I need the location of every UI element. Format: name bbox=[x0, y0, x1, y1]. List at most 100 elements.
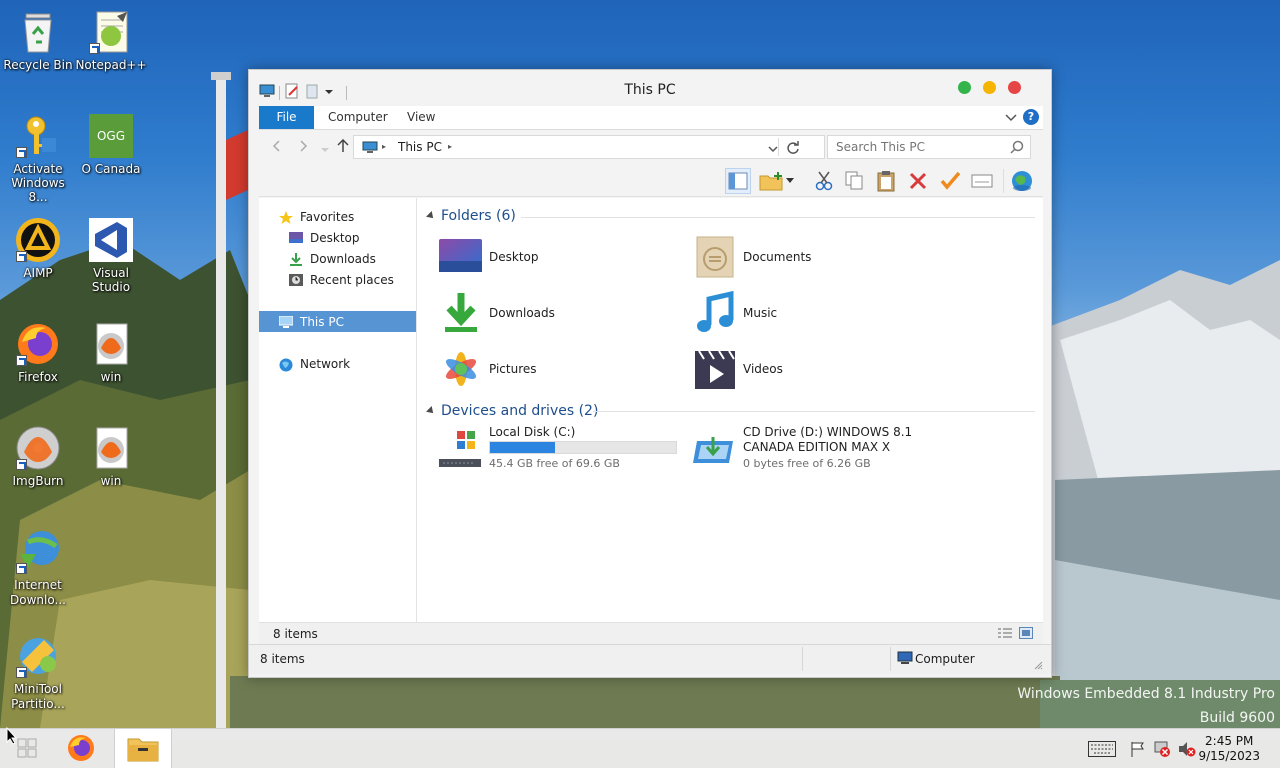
delete-button[interactable] bbox=[905, 168, 931, 194]
group-header-folders[interactable]: Folders (6) bbox=[426, 208, 516, 224]
close-button[interactable] bbox=[1008, 81, 1021, 94]
search-input[interactable] bbox=[836, 139, 1006, 155]
download-arrow-icon bbox=[289, 252, 303, 266]
maximize-button[interactable] bbox=[958, 81, 971, 94]
desktop-icon-firefox[interactable]: Firefox bbox=[0, 320, 76, 384]
back-arrow-icon[interactable] bbox=[271, 140, 283, 155]
nav-favorites-downloads[interactable]: Downloads bbox=[259, 248, 416, 269]
up-arrow-icon[interactable] bbox=[337, 138, 349, 156]
details-view-icon[interactable] bbox=[997, 627, 1013, 642]
desktop-icon-imgburn[interactable]: ImgBurn bbox=[0, 424, 76, 488]
desktop-icon-visual-studio[interactable]: Visual Studio bbox=[73, 216, 149, 294]
breadcrumb-this-pc[interactable]: This PC bbox=[398, 140, 442, 154]
nav-favorites-desktop[interactable]: Desktop bbox=[259, 227, 416, 248]
copy-button[interactable] bbox=[841, 168, 867, 194]
tab-view[interactable]: View bbox=[395, 106, 447, 129]
large-icons-view-icon[interactable] bbox=[1019, 627, 1033, 642]
drive-c-usage-bar bbox=[489, 441, 677, 454]
collapse-triangle-icon[interactable] bbox=[426, 211, 436, 221]
desktop-icon-aimp[interactable]: AIMP bbox=[0, 216, 76, 280]
new-folder-button[interactable] bbox=[759, 168, 785, 194]
search-box[interactable] bbox=[827, 135, 1031, 159]
firefox-taskbar-button[interactable] bbox=[54, 729, 108, 768]
internet-download-manager-icon bbox=[14, 528, 62, 576]
status-item-count: 8 items bbox=[260, 652, 305, 666]
taskbar: 2:45 PM 9/15/2023 bbox=[0, 726, 1280, 768]
title-bar[interactable]: This PC bbox=[249, 70, 1051, 106]
properties-button[interactable] bbox=[969, 168, 995, 194]
folder-desktop[interactable]: Desktop bbox=[439, 233, 689, 281]
cd-drive-icon bbox=[693, 429, 737, 469]
folder-documents[interactable]: Documents bbox=[693, 233, 943, 281]
notepad-plus-plus-icon bbox=[87, 8, 135, 56]
os-watermark-build: Build 9600 bbox=[1199, 710, 1275, 726]
downloads-folder-icon bbox=[439, 291, 483, 335]
rename-checkmark-button[interactable] bbox=[937, 168, 963, 194]
navigation-pane-toggle-button[interactable] bbox=[725, 168, 751, 194]
mouse-cursor-icon bbox=[6, 726, 18, 748]
expand-ribbon-chevron-icon[interactable] bbox=[1005, 112, 1017, 126]
computer-icon bbox=[897, 651, 913, 668]
desktop-icon-activate-windows[interactable]: Activate Windows 8... bbox=[0, 112, 76, 204]
tab-computer[interactable]: Computer bbox=[316, 106, 400, 129]
local-disk-icon bbox=[439, 429, 483, 469]
file-explorer-taskbar-button[interactable] bbox=[114, 729, 172, 768]
window-title: This PC bbox=[624, 82, 676, 98]
forward-arrow-icon[interactable] bbox=[297, 140, 309, 155]
group-title-devices: Devices and drives (2) bbox=[441, 403, 599, 419]
aimp-icon bbox=[14, 216, 62, 264]
minimize-button[interactable] bbox=[983, 81, 996, 94]
drive-d-label-line2: CANADA EDITION MAX X bbox=[743, 440, 891, 454]
keyboard-icon[interactable] bbox=[1088, 741, 1116, 757]
desktop-icon-internet-download-manager[interactable]: Internet Downlo... bbox=[0, 528, 76, 608]
desktop-icon-notepad-plus-plus[interactable]: Notepad++ bbox=[73, 8, 149, 72]
breadcrumb-chevron-icon[interactable]: ▸ bbox=[448, 142, 452, 151]
refresh-icon[interactable] bbox=[786, 140, 800, 157]
breadcrumb-separator-icon: ▸ bbox=[382, 142, 387, 151]
help-icon[interactable]: ? bbox=[1023, 109, 1039, 125]
collapse-triangle-icon[interactable] bbox=[426, 406, 436, 416]
folder-music[interactable]: Music bbox=[693, 289, 943, 337]
key-icon bbox=[14, 112, 62, 160]
folder-pictures[interactable]: Pictures bbox=[439, 345, 689, 393]
group-title-folders: Folders (6) bbox=[441, 208, 516, 224]
flag-icon[interactable] bbox=[1130, 741, 1146, 757]
cut-button[interactable] bbox=[811, 168, 837, 194]
nav-network[interactable]: Network bbox=[259, 353, 416, 374]
nav-favorites-recent-places[interactable]: Recent places bbox=[259, 269, 416, 290]
tab-file[interactable]: File bbox=[259, 106, 314, 129]
content-pane: Folders (6) Desktop Documents Downloads … bbox=[417, 198, 1043, 622]
desktop-icon-win-2[interactable]: win bbox=[73, 424, 149, 488]
drive-local-disk-c[interactable]: Local Disk (C:) 45.4 GB free of 69.6 GB bbox=[439, 425, 689, 475]
recent-locations-chevron-icon[interactable] bbox=[321, 142, 329, 156]
file-explorer-window: This PC File Computer View ? ▸ This PC ▸ bbox=[248, 69, 1052, 678]
group-header-devices[interactable]: Devices and drives (2) bbox=[426, 403, 599, 419]
globe-button[interactable] bbox=[1009, 168, 1035, 194]
search-icon[interactable] bbox=[1010, 140, 1024, 157]
speaker-muted-icon[interactable] bbox=[1178, 741, 1196, 757]
ribbon-tabs: File Computer View ? bbox=[259, 106, 1043, 130]
address-bar[interactable]: ▸ This PC ▸ bbox=[353, 135, 825, 159]
desktop-icon-o-canada[interactable]: OGG O Canada bbox=[73, 112, 149, 176]
drive-c-usage-fill bbox=[490, 442, 556, 453]
nav-this-pc[interactable]: This PC bbox=[259, 311, 416, 332]
item-count: 8 items bbox=[273, 627, 318, 641]
network-error-icon[interactable] bbox=[1154, 741, 1170, 757]
desktop-icon-win-1[interactable]: win bbox=[73, 320, 149, 384]
folder-downloads-label: Downloads bbox=[489, 306, 555, 320]
imgburn-file-icon bbox=[87, 424, 135, 472]
paste-button[interactable] bbox=[873, 168, 899, 194]
folder-videos[interactable]: Videos bbox=[693, 345, 943, 393]
new-folder-dropdown-chevron-icon[interactable] bbox=[783, 168, 797, 194]
desktop-icon-minitool-partition[interactable]: MiniTool Partitio... bbox=[0, 632, 76, 712]
desktop-icon-recycle-bin[interactable]: Recycle Bin bbox=[0, 8, 76, 72]
folder-downloads[interactable]: Downloads bbox=[439, 289, 689, 337]
drive-cd-d[interactable]: CD Drive (D:) WINDOWS 8.1 CANADA EDITION… bbox=[693, 425, 943, 475]
address-history-chevron-icon[interactable] bbox=[768, 143, 778, 157]
taskbar-clock[interactable]: 2:45 PM 9/15/2023 bbox=[1198, 734, 1260, 764]
resize-grip-icon[interactable] bbox=[1033, 659, 1043, 673]
nav-favorites-desktop-label: Desktop bbox=[310, 230, 360, 245]
nav-favorites[interactable]: Favorites bbox=[259, 206, 416, 227]
nav-favorites-label: Favorites bbox=[300, 209, 355, 224]
folder-icon bbox=[127, 734, 159, 765]
